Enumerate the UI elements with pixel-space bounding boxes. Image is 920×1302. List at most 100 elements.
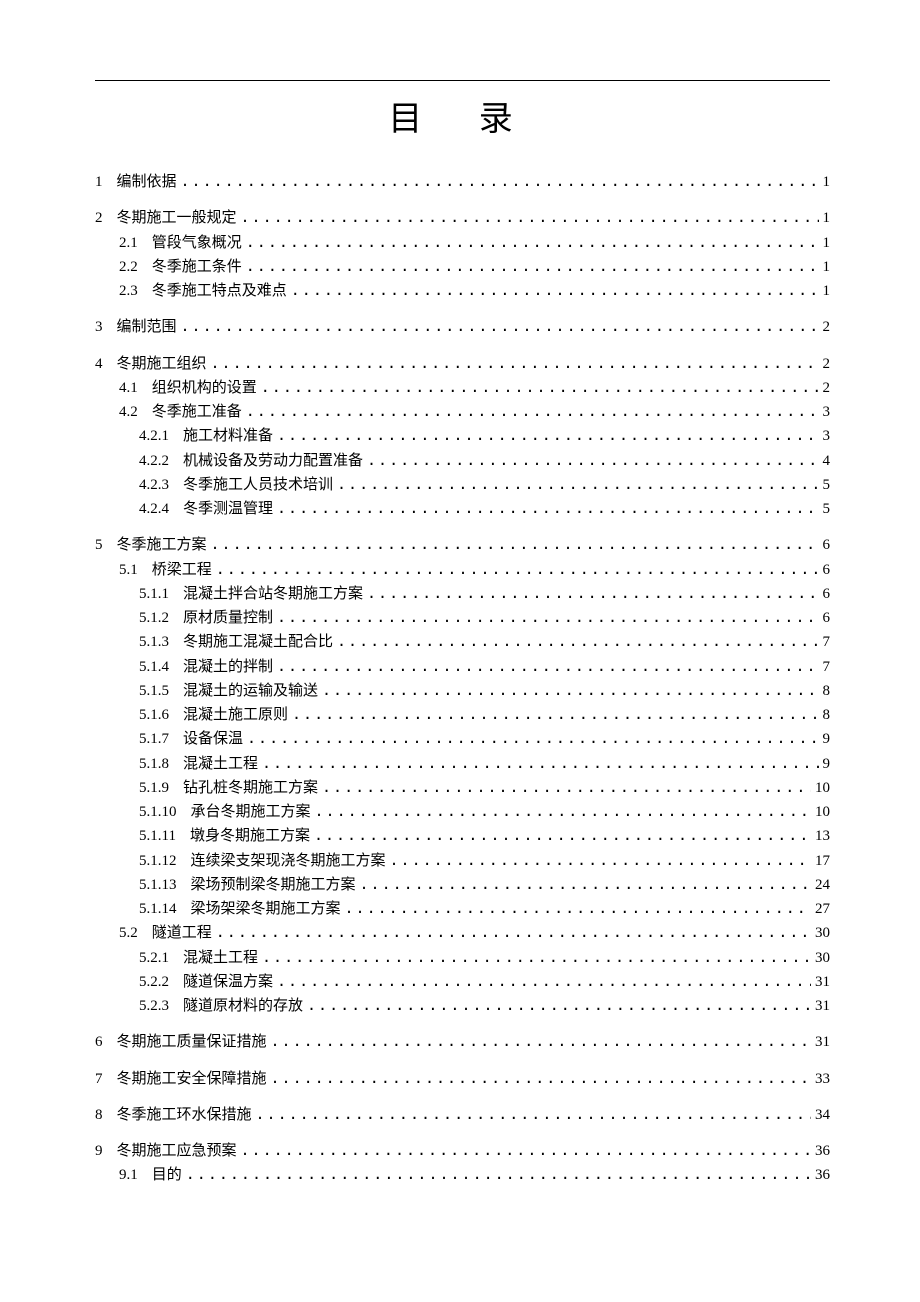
toc-number: 5.1.8	[139, 753, 183, 776]
toc-leader	[267, 1067, 811, 1090]
toc-text: 隧道工程	[152, 922, 212, 945]
toc-entry: 4.2.3冬季施工人员技术培训5	[139, 473, 830, 497]
toc-leader	[363, 582, 818, 605]
toc-text: 梁场预制梁冬期施工方案	[191, 874, 356, 897]
toc-number: 5.1.11	[139, 825, 190, 848]
toc-page: 2	[819, 316, 831, 339]
toc-leader	[177, 315, 819, 338]
toc-entry: 7冬期施工安全保障措施33	[95, 1067, 830, 1091]
toc-page: 36	[811, 1140, 830, 1163]
toc-page: 30	[811, 922, 830, 945]
toc-leader	[207, 533, 819, 556]
toc-text: 混凝土拌合站冬期施工方案	[183, 583, 363, 606]
toc-entry: 5.1.5混凝土的运输及输送8	[139, 679, 830, 703]
toc-text: 桥梁工程	[152, 559, 212, 582]
toc-entry: 5.1.2原材质量控制 6	[139, 606, 830, 630]
toc-entry: 4.2.4冬季测温管理5	[139, 497, 830, 521]
toc-text: 冬期施工组织	[117, 353, 207, 376]
toc-number: 6	[95, 1031, 117, 1054]
toc-number: 5.1.2	[139, 607, 183, 630]
toc-entry: 1编制依据1	[95, 170, 830, 194]
toc-number: 4.2.3	[139, 474, 183, 497]
toc-number: 4.2.1	[139, 425, 183, 448]
toc-text: 混凝土的运输及输送	[183, 680, 318, 703]
toc-number: 8	[95, 1104, 117, 1127]
toc-number: 5.2	[119, 922, 152, 945]
toc-page: 9	[819, 753, 831, 776]
toc-entry: 5.1.1混凝土拌合站冬期施工方案6	[139, 582, 830, 606]
toc-page: 8	[819, 704, 831, 727]
toc-number: 9	[95, 1140, 117, 1163]
toc-text: 连续梁支架现浇冬期施工方案	[191, 850, 386, 873]
toc-leader	[273, 424, 818, 447]
toc-entry: 5.2.2隧道保温方案31	[139, 970, 830, 994]
toc-text: 编制范围	[117, 316, 177, 339]
toc-page: 33	[811, 1068, 830, 1091]
toc-leader	[207, 352, 819, 375]
toc-entry: 5.1.6混凝土施工原则8	[139, 703, 830, 727]
toc-page: 6	[819, 607, 831, 630]
toc-entry: 2.2冬季施工条件1	[119, 255, 830, 279]
toc-text: 隧道原材料的存放	[183, 995, 303, 1018]
toc-entry: 9冬期施工应急预案 36	[95, 1139, 830, 1163]
toc-page: 7	[819, 631, 831, 654]
toc-text: 机械设备及劳动力配置准备	[183, 450, 363, 473]
toc-entry: 2.1管段气象概况1	[119, 231, 830, 255]
toc-entry: 2冬期施工一般规定1	[95, 206, 830, 230]
toc-page: 10	[811, 801, 830, 824]
toc-leader	[258, 752, 818, 775]
toc-entry: 5.1.4混凝土的拌制7	[139, 655, 830, 679]
toc-page: 4	[819, 450, 831, 473]
toc-number: 5.1.13	[139, 874, 191, 897]
toc-entry: 5.1.3冬期施工混凝土配合比7	[139, 630, 830, 654]
toc-entry: 2.3冬季施工特点及难点1	[119, 279, 830, 303]
toc-page: 3	[819, 425, 831, 448]
toc-number: 5.2.2	[139, 971, 183, 994]
toc-text: 冬季施工特点及难点	[152, 280, 287, 303]
toc-leader	[252, 1103, 811, 1126]
toc-number: 4.1	[119, 377, 152, 400]
toc-leader	[303, 994, 811, 1017]
toc-page: 2	[819, 353, 831, 376]
toc-leader	[288, 703, 818, 726]
toc-text: 墩身冬期施工方案	[190, 825, 310, 848]
toc-page: 3	[819, 401, 831, 424]
toc-leader	[287, 279, 819, 302]
toc-text: 目的	[152, 1164, 182, 1187]
toc-entry: 5.1.13梁场预制梁冬期施工方案24	[139, 873, 830, 897]
toc-leader	[273, 606, 818, 629]
toc-page: 1	[819, 280, 831, 303]
toc-leader	[237, 206, 819, 229]
toc-entry: 4.2冬季施工准备3	[119, 400, 830, 424]
toc-entry: 9.1目的36	[119, 1163, 830, 1187]
toc-leader	[311, 800, 811, 823]
toc-number: 5.1.3	[139, 631, 183, 654]
toc-number: 5.1.5	[139, 680, 183, 703]
toc-number: 2.2	[119, 256, 152, 279]
toc-leader	[356, 873, 811, 896]
toc-text: 冬季施工方案	[117, 534, 207, 557]
page-title: 目 录	[95, 91, 830, 140]
toc-number: 5.2.1	[139, 947, 183, 970]
toc-entry: 5.1.7设备保温9	[139, 727, 830, 751]
toc-entry: 5冬季施工方案6	[95, 533, 830, 557]
toc-entry: 4冬期施工组织2	[95, 352, 830, 376]
toc-text: 混凝土的拌制	[183, 656, 273, 679]
toc-entry: 5.2.1混凝土工程30	[139, 946, 830, 970]
toc-entry: 5.1.8混凝土工程9	[139, 752, 830, 776]
toc-entry: 5.1.14梁场架梁冬期施工方案27	[139, 897, 830, 921]
toc-number: 4.2.2	[139, 450, 183, 473]
toc-leader	[273, 497, 818, 520]
toc-entry: 5.1.9钻孔桩冬期施工方案10	[139, 776, 830, 800]
toc-text: 原材质量控制	[183, 607, 273, 630]
toc-text: 编制依据	[117, 171, 177, 194]
toc-text: 冬期施工应急预案	[117, 1140, 237, 1163]
toc-leader	[386, 849, 811, 872]
toc-entry: 5.1桥梁工程6	[119, 558, 830, 582]
toc-page: 6	[819, 583, 831, 606]
toc-number: 5.1.4	[139, 656, 183, 679]
toc-page: 1	[819, 256, 831, 279]
toc-page: 13	[811, 825, 830, 848]
toc-leader	[182, 1163, 811, 1186]
toc-text: 冬期施工一般规定	[117, 207, 237, 230]
